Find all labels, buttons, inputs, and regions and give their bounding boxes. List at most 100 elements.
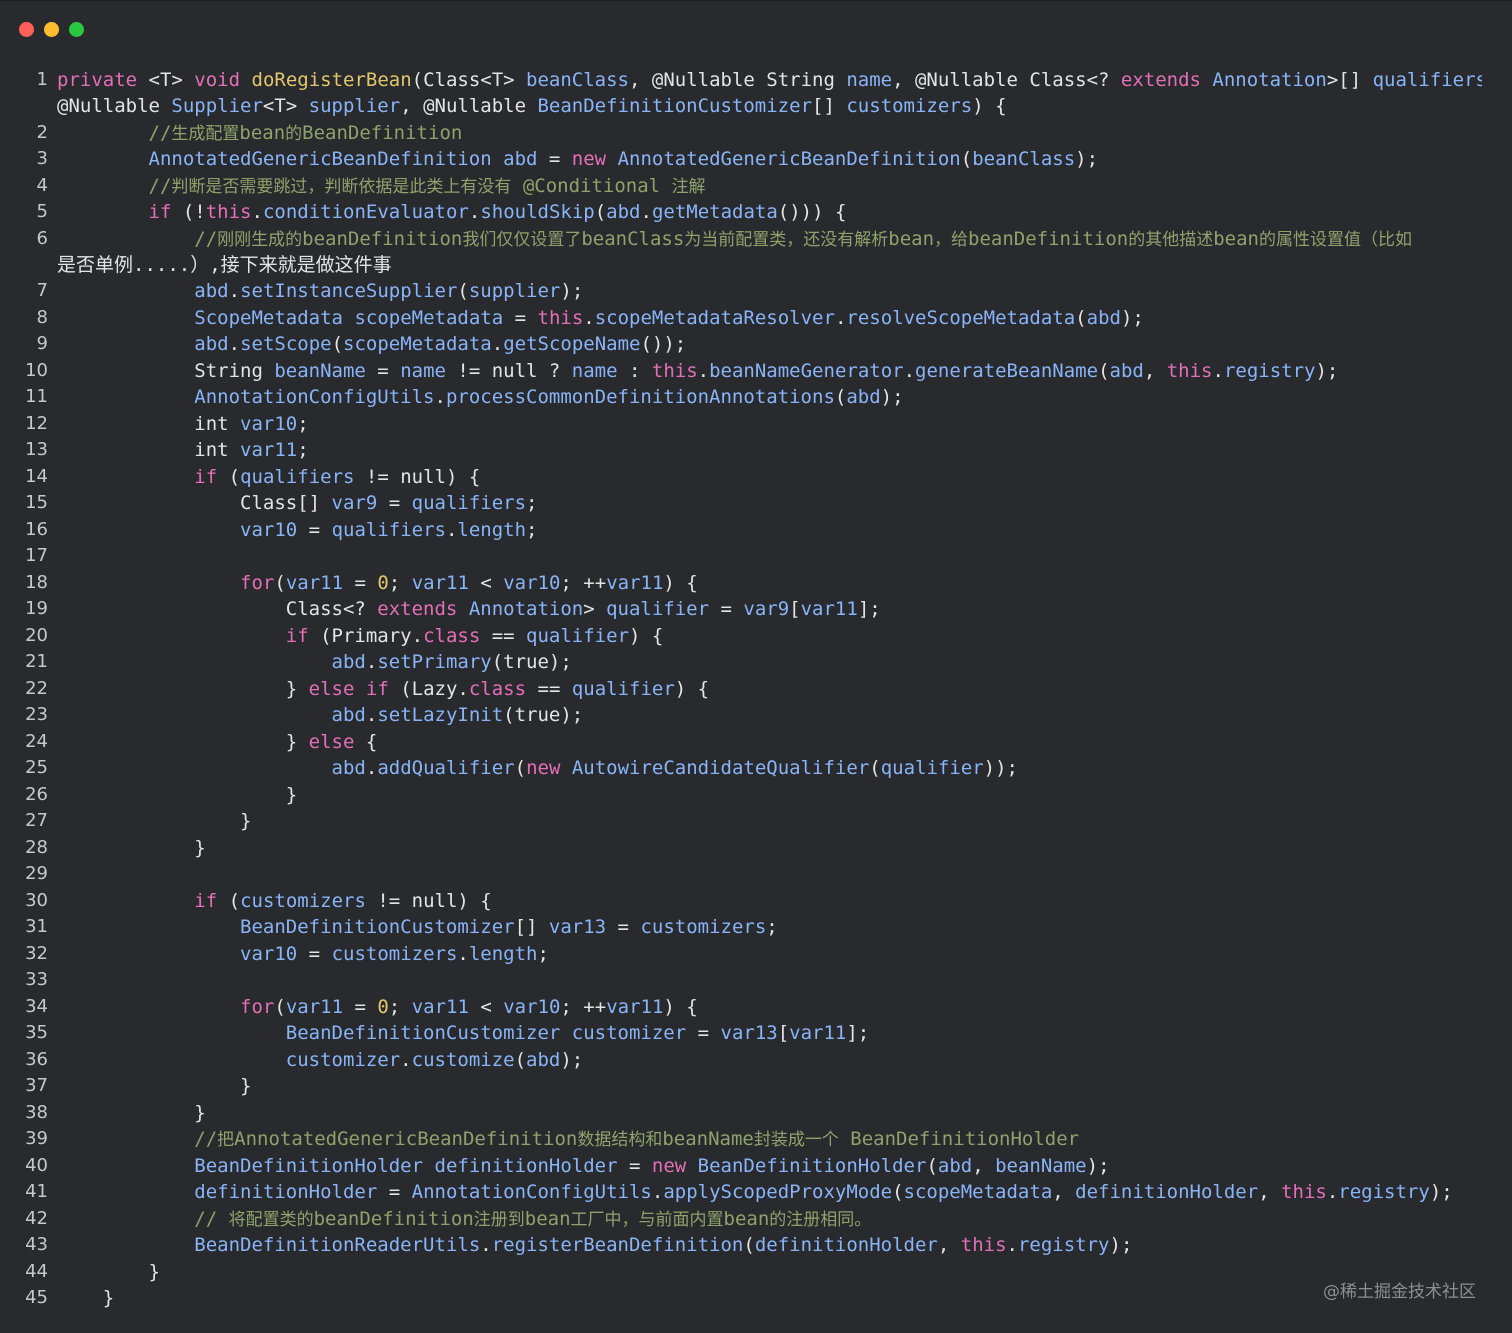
line-number: 1 xyxy=(36,69,48,90)
line-number: 24 xyxy=(25,730,48,752)
line-number: 22 xyxy=(25,677,48,699)
code-line: 25 abd.addQualifier(new AutowireCandidat… xyxy=(0,755,1512,782)
line-number: 9 xyxy=(36,333,48,354)
line-number: 19 xyxy=(25,598,48,619)
code-text: // 将配置类的beanDefinition注册到bean工厂中，与前面内置be… xyxy=(194,1207,872,1230)
code-text: if (!this.conditionEvaluator.shouldSkip(… xyxy=(148,201,847,223)
code-line: 7 abd.setInstanceSupplier(supplier); xyxy=(0,278,1512,305)
code-line: 41 definitionHolder = AnnotationConfigUt… xyxy=(0,1179,1512,1206)
code-line: 43 BeanDefinitionReaderUtils.registerBea… xyxy=(0,1232,1512,1259)
code-text: customizer.customize(abd); xyxy=(285,1048,584,1071)
code-line: 32 var10 = customizers.length; xyxy=(0,941,1512,968)
line-number: 26 xyxy=(25,783,48,805)
line-number: 29 xyxy=(25,863,48,884)
code-text-continuation: 是否单例.....）,接下来就是做这件事 xyxy=(57,253,392,276)
code-line: 20 if (Primary.class == qualifier) { xyxy=(0,623,1512,650)
code-text: BeanDefinitionCustomizer[] var13 = custo… xyxy=(240,916,778,938)
code-text: abd.setScope(scopeMetadata.getScopeName(… xyxy=(194,333,687,355)
code-block: 1 private <T> void doRegisterBean(Class<T… xyxy=(0,67,1512,1312)
code-line: 4 //判断是否需要跳过，判断依据是此类上有没有 @Conditional 注解 xyxy=(0,173,1512,200)
code-line: 29 xyxy=(0,861,1512,888)
line-number: 40 xyxy=(25,1154,48,1176)
code-line: 8 ScopeMetadata scopeMetadata = this.sco… xyxy=(0,305,1512,332)
code-text: } xyxy=(57,1075,252,1097)
code-text: var10 = qualifiers.length; xyxy=(240,518,538,541)
line-number: 27 xyxy=(25,810,48,831)
close-button[interactable] xyxy=(19,22,34,37)
code-window: 1 private <T> void doRegisterBean(Class<T… xyxy=(0,0,1512,1333)
line-number: 5 xyxy=(36,201,48,222)
code-text: ScopeMetadata scopeMetadata = this.scope… xyxy=(194,306,1144,329)
code-line: 30 if (customizers != null) { xyxy=(0,888,1512,915)
line-number: 36 xyxy=(25,1048,48,1070)
code-line: 12 int var10; xyxy=(0,411,1512,438)
code-text: Class[] var9 = qualifiers; xyxy=(57,492,538,514)
code-line: 13 int var11; xyxy=(0,437,1512,464)
code-line: 23 abd.setLazyInit(true); xyxy=(0,702,1512,729)
zoom-button[interactable] xyxy=(69,22,84,37)
code-line: 5 if (!this.conditionEvaluator.shouldSki… xyxy=(0,199,1512,226)
code-text: BeanDefinitionCustomizer customizer = va… xyxy=(285,1022,870,1044)
code-line: 38 } xyxy=(0,1100,1512,1127)
line-number: 45 xyxy=(25,1287,48,1308)
code-line: 6 //刚刚生成的beanDefinition我们仅仅设置了beanClass为… xyxy=(0,226,1512,279)
line-number: 13 xyxy=(25,439,48,460)
line-number: 6 xyxy=(36,227,48,249)
code-text: BeanDefinitionHolder definitionHolder = … xyxy=(194,1154,1110,1177)
code-text: //判断是否需要跳过，判断依据是此类上有没有 @Conditional 注解 xyxy=(148,174,706,197)
code-text: for(var11 = 0; var11 < var10; ++var11) { xyxy=(240,571,698,594)
code-text: String beanName = name != null ? name : … xyxy=(57,359,1339,382)
code-line: 21 abd.setPrimary(true); xyxy=(0,649,1512,676)
code-line: 34 for(var11 = 0; var11 < var10; ++var11… xyxy=(0,994,1512,1021)
code-line: 9 abd.setScope(scopeMetadata.getScopeNam… xyxy=(0,331,1512,358)
line-number: 44 xyxy=(25,1260,48,1282)
code-line: 19 Class<? extends Annotation> qualifier… xyxy=(0,596,1512,623)
code-line: 39 //把AnnotatedGenericBeanDefinition数据结构… xyxy=(0,1126,1512,1153)
code-line: 37 } xyxy=(0,1073,1512,1100)
code-line: 3 AnnotatedGenericBeanDefinition abd = n… xyxy=(0,146,1512,173)
line-number: 41 xyxy=(25,1181,48,1202)
line-number: 28 xyxy=(25,836,48,858)
code-text: } xyxy=(57,810,252,832)
code-text: AnnotatedGenericBeanDefinition abd = new… xyxy=(148,148,1099,170)
line-number: 31 xyxy=(25,916,48,937)
line-number: 18 xyxy=(25,571,48,593)
code-text: } xyxy=(57,1101,206,1124)
line-number: 3 xyxy=(36,148,48,169)
line-number: 14 xyxy=(25,465,48,487)
line-number: 35 xyxy=(25,1022,48,1043)
code-line: 2 //生成配置bean的BeanDefinition xyxy=(0,120,1512,147)
line-number: 25 xyxy=(25,757,48,778)
minimize-button[interactable] xyxy=(44,22,59,37)
code-text-continuation: @Nullable Supplier<T> supplier, @Nullabl… xyxy=(57,95,1007,117)
code-text: } xyxy=(57,783,298,806)
code-line: 45 } xyxy=(0,1285,1512,1312)
code-line: 40 BeanDefinitionHolder definitionHolder… xyxy=(0,1153,1512,1180)
code-text: } xyxy=(57,836,206,859)
code-text: } else { xyxy=(57,730,378,753)
line-number: 37 xyxy=(25,1075,48,1096)
code-text: } xyxy=(57,1287,115,1309)
code-line: 10 String beanName = name != null ? name… xyxy=(0,358,1512,385)
code-line: 42 // 将配置类的beanDefinition注册到bean工厂中，与前面内… xyxy=(0,1206,1512,1233)
line-number: 42 xyxy=(25,1207,48,1229)
code-text: definitionHolder = AnnotationConfigUtils… xyxy=(194,1181,1453,1203)
code-text: int var10; xyxy=(57,412,309,435)
code-text: int var11; xyxy=(57,439,309,461)
code-text: if (Primary.class == qualifier) { xyxy=(285,624,664,647)
code-line: 16 var10 = qualifiers.length; xyxy=(0,517,1512,544)
code-line: 28 } xyxy=(0,835,1512,862)
line-number: 33 xyxy=(25,969,48,990)
code-line: 31 BeanDefinitionCustomizer[] var13 = cu… xyxy=(0,914,1512,941)
line-number: 15 xyxy=(25,492,48,513)
line-number: 21 xyxy=(25,651,48,672)
code-text: //刚刚生成的beanDefinition我们仅仅设置了beanClass为当前… xyxy=(194,227,1412,250)
code-text: if (customizers != null) { xyxy=(194,889,492,912)
line-number: 38 xyxy=(25,1101,48,1123)
code-line: 17 xyxy=(0,543,1512,570)
window-controls xyxy=(19,22,84,37)
line-number: 34 xyxy=(25,995,48,1017)
line-number: 20 xyxy=(25,624,48,646)
code-text: AnnotationConfigUtils.processCommonDefin… xyxy=(194,386,904,408)
code-line: 15 Class[] var9 = qualifiers; xyxy=(0,490,1512,517)
